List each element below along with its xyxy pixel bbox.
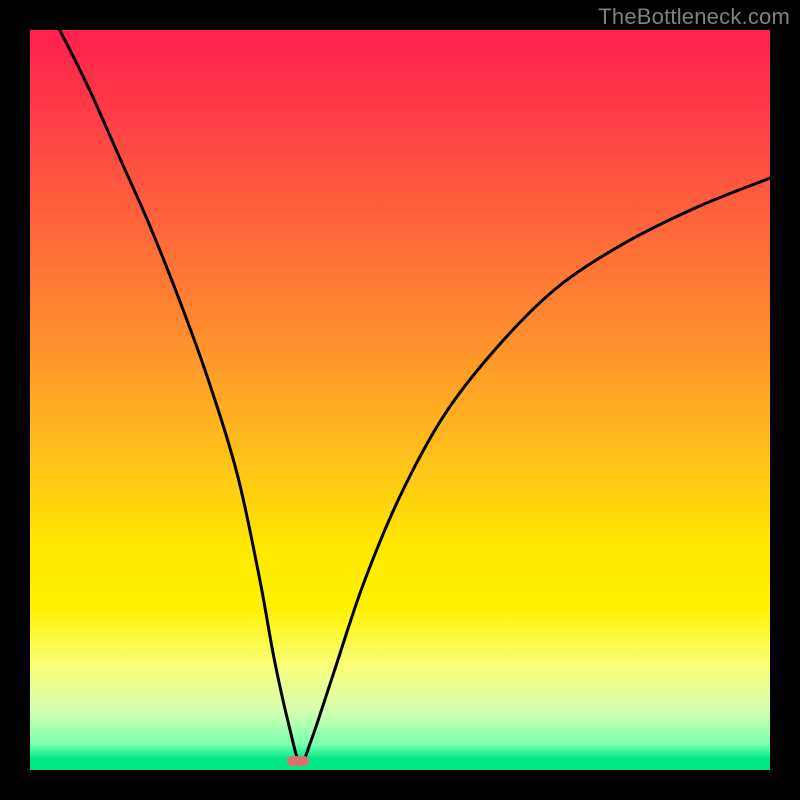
outer-frame: TheBottleneck.com bbox=[0, 0, 800, 800]
bottleneck-curve bbox=[30, 30, 770, 770]
plot-area bbox=[30, 30, 770, 770]
optimum-marker bbox=[287, 756, 309, 766]
watermark-text: TheBottleneck.com bbox=[598, 4, 790, 30]
